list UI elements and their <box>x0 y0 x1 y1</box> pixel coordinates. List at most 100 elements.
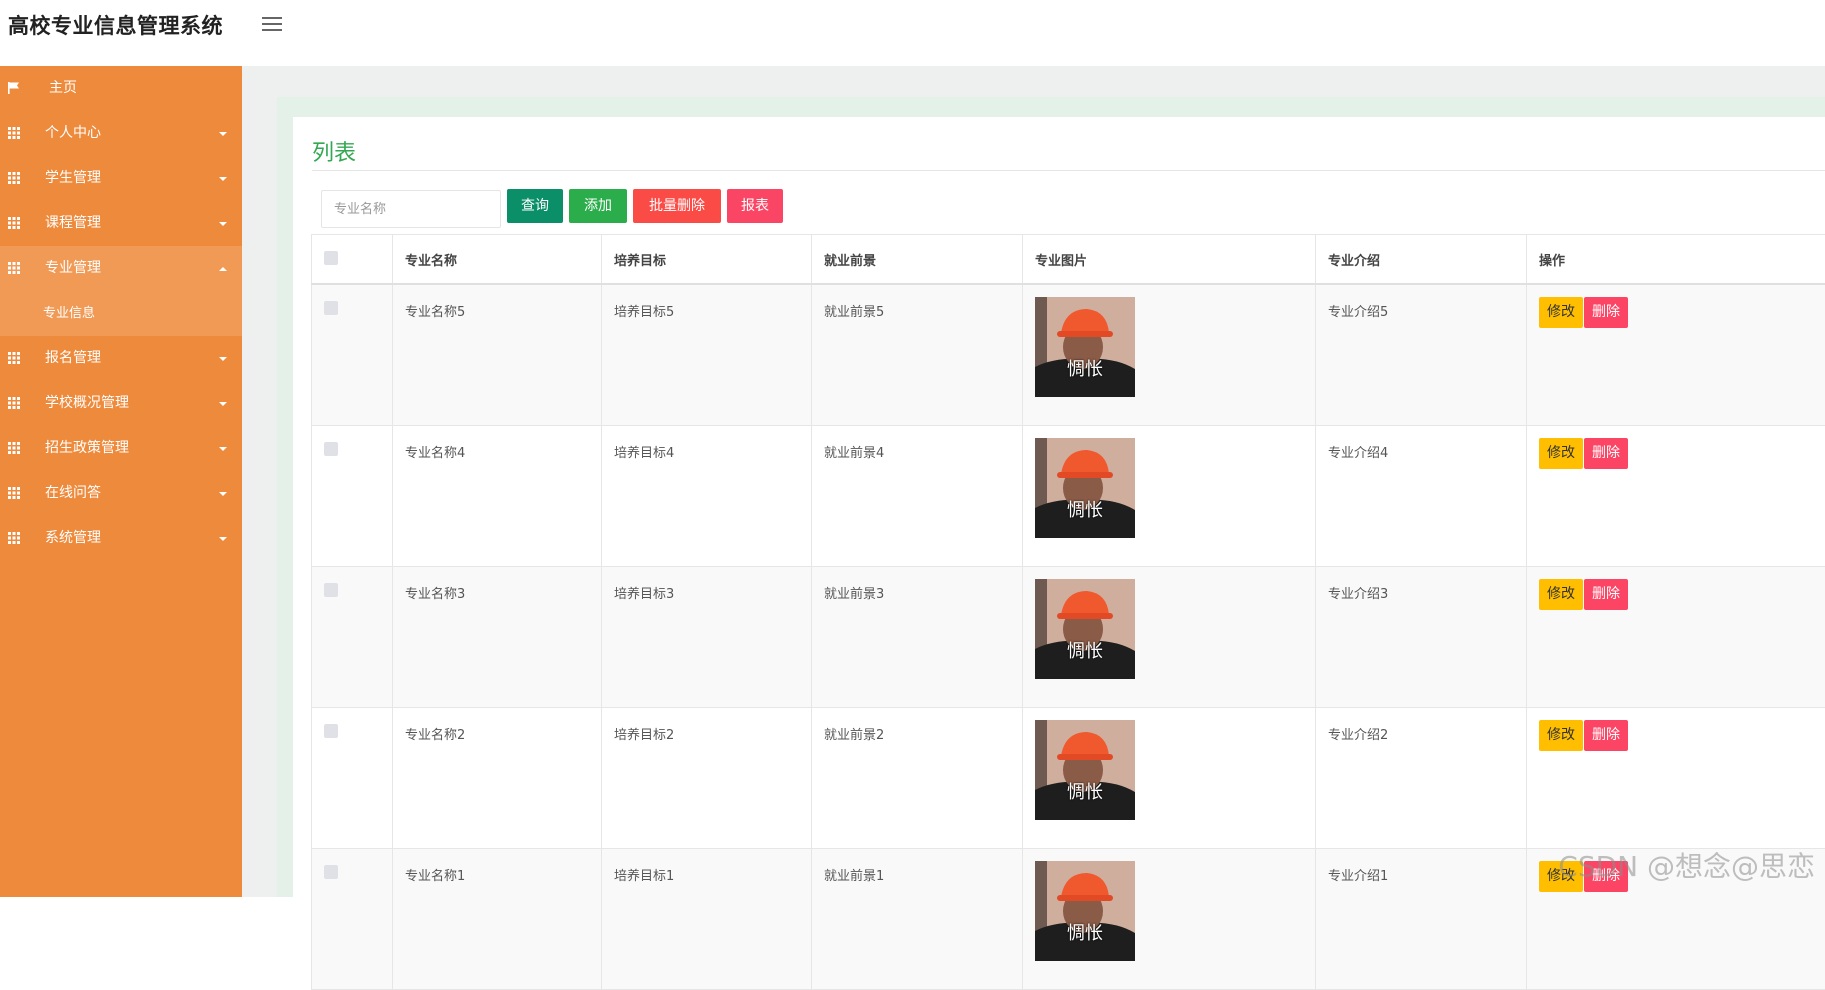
batch-delete-button[interactable]: 批量删除 <box>633 189 721 223</box>
column-header: 培养目标 <box>602 235 812 285</box>
cell-training-goal: 培养目标2 <box>602 708 812 849</box>
flag-icon <box>8 82 20 94</box>
row-checkbox[interactable] <box>324 442 338 456</box>
sidebar-item-course-management[interactable]: 课程管理 <box>0 201 242 246</box>
cell-training-goal: 培养目标3 <box>602 567 812 708</box>
row-checkbox[interactable] <box>324 865 338 879</box>
cell-major-intro: 专业介绍3 <box>1316 567 1527 708</box>
column-header: 就业前景 <box>812 235 1023 285</box>
chevron-down-icon <box>219 402 227 406</box>
sidebar-item-personal-center[interactable]: 个人中心 <box>0 111 242 156</box>
cell-employment-prospect: 就业前景1 <box>812 849 1023 990</box>
hamburger-icon[interactable] <box>262 17 282 33</box>
sidebar-item-system-management[interactable]: 系统管理 <box>0 516 242 561</box>
sidebar: 主页 个人中心 学生管理 课程管理 专业管理 专业信息 报名管理 学校概况管理 … <box>0 66 242 897</box>
cell-employment-prospect: 就业前景4 <box>812 426 1023 567</box>
chevron-down-icon <box>219 537 227 541</box>
column-header: 专业介绍 <box>1316 235 1527 285</box>
row-checkbox[interactable] <box>324 724 338 738</box>
title-divider <box>312 170 1825 171</box>
grid-icon <box>8 217 20 229</box>
chevron-down-icon <box>219 357 227 361</box>
sidebar-item-major-management[interactable]: 专业管理 <box>0 246 242 291</box>
cell-major-intro: 专业介绍4 <box>1316 426 1527 567</box>
column-header: 操作 <box>1527 235 1825 285</box>
cell-training-goal: 培养目标1 <box>602 849 812 990</box>
watermark: CSDN @想念@思恋 <box>1558 845 1815 885</box>
report-button[interactable]: 报表 <box>727 189 783 223</box>
row-select-cell <box>312 849 393 990</box>
sidebar-item-student-management[interactable]: 学生管理 <box>0 156 242 201</box>
major-image: 惆怅 <box>1035 579 1135 679</box>
grid-icon <box>8 397 20 409</box>
sidebar-item-school-overview[interactable]: 学校概况管理 <box>0 381 242 426</box>
sidebar-subitem-major-info[interactable]: 专业信息 <box>0 291 242 336</box>
image-caption: 惆怅 <box>1035 919 1135 945</box>
sidebar-item-enrollment-management[interactable]: 报名管理 <box>0 336 242 381</box>
edit-button[interactable]: 修改 <box>1539 438 1583 469</box>
image-caption: 惆怅 <box>1035 778 1135 804</box>
cell-actions: 修改删除 <box>1527 426 1825 567</box>
table-row: 专业名称3 培养目标3 就业前景3 惆怅 专业介绍3 修改删除 <box>312 567 1825 708</box>
delete-button[interactable]: 删除 <box>1584 720 1628 751</box>
cell-major-name: 专业名称4 <box>393 426 602 567</box>
chevron-down-icon <box>219 447 227 451</box>
cell-employment-prospect: 就业前景5 <box>812 284 1023 426</box>
sidebar-item-admission-policy[interactable]: 招生政策管理 <box>0 426 242 471</box>
cell-major-name: 专业名称1 <box>393 849 602 990</box>
sidebar-item-home[interactable]: 主页 <box>0 66 242 111</box>
select-all-checkbox[interactable] <box>324 251 338 265</box>
cell-employment-prospect: 就业前景3 <box>812 567 1023 708</box>
sidebar-item-label: 主页 <box>49 66 77 111</box>
row-select-cell <box>312 284 393 426</box>
content-wrapper: 列表 查询 添加 批量删除 报表 专业名称 培养目标 就业前景 <box>277 97 1825 897</box>
major-image: 惆怅 <box>1035 861 1135 961</box>
delete-button[interactable]: 删除 <box>1584 297 1628 328</box>
major-image: 惆怅 <box>1035 720 1135 820</box>
table-header-row: 专业名称 培养目标 就业前景 专业图片 专业介绍 操作 <box>312 235 1825 285</box>
grid-icon <box>8 172 20 184</box>
cell-major-name: 专业名称3 <box>393 567 602 708</box>
image-caption: 惆怅 <box>1035 496 1135 522</box>
chevron-down-icon <box>219 492 227 496</box>
edit-button[interactable]: 修改 <box>1539 297 1583 328</box>
cell-major-name: 专业名称5 <box>393 284 602 426</box>
delete-button[interactable]: 删除 <box>1584 579 1628 610</box>
main-area: 列表 查询 添加 批量删除 报表 专业名称 培养目标 就业前景 <box>242 66 1825 897</box>
row-select-cell <box>312 426 393 567</box>
cell-training-goal: 培养目标5 <box>602 284 812 426</box>
cell-major-image: 惆怅 <box>1023 426 1316 567</box>
major-image: 惆怅 <box>1035 438 1135 538</box>
delete-button[interactable]: 删除 <box>1584 438 1628 469</box>
cell-major-intro: 专业介绍2 <box>1316 708 1527 849</box>
grid-icon <box>8 442 20 454</box>
edit-button[interactable]: 修改 <box>1539 720 1583 751</box>
person-photo-icon <box>1035 720 1135 820</box>
table-row: 专业名称5 培养目标5 就业前景5 惆怅 专业介绍5 修改删除 <box>312 284 1825 426</box>
grid-icon <box>8 352 20 364</box>
grid-icon <box>8 262 20 274</box>
row-checkbox[interactable] <box>324 301 338 315</box>
edit-button[interactable]: 修改 <box>1539 579 1583 610</box>
chevron-down-icon <box>219 222 227 226</box>
top-header: 高校专业信息管理系统 <box>0 0 1825 67</box>
app-title: 高校专业信息管理系统 <box>8 10 223 40</box>
sidebar-subitem-label: 专业信息 <box>43 291 95 336</box>
row-select-cell <box>312 708 393 849</box>
cell-employment-prospect: 就业前景2 <box>812 708 1023 849</box>
search-input[interactable] <box>321 190 501 228</box>
sidebar-item-label: 报名管理 <box>45 336 101 381</box>
sidebar-item-label: 学校概况管理 <box>45 381 129 426</box>
sidebar-item-online-qa[interactable]: 在线问答 <box>0 471 242 516</box>
row-checkbox[interactable] <box>324 583 338 597</box>
row-select-cell <box>312 567 393 708</box>
cell-actions: 修改删除 <box>1527 284 1825 426</box>
sidebar-item-label: 课程管理 <box>45 201 101 246</box>
chevron-down-icon <box>219 132 227 136</box>
major-image: 惆怅 <box>1035 297 1135 397</box>
cell-major-image: 惆怅 <box>1023 284 1316 426</box>
add-button[interactable]: 添加 <box>569 189 627 223</box>
query-button[interactable]: 查询 <box>507 189 563 223</box>
cell-major-intro: 专业介绍5 <box>1316 284 1527 426</box>
cell-actions: 修改删除 <box>1527 567 1825 708</box>
